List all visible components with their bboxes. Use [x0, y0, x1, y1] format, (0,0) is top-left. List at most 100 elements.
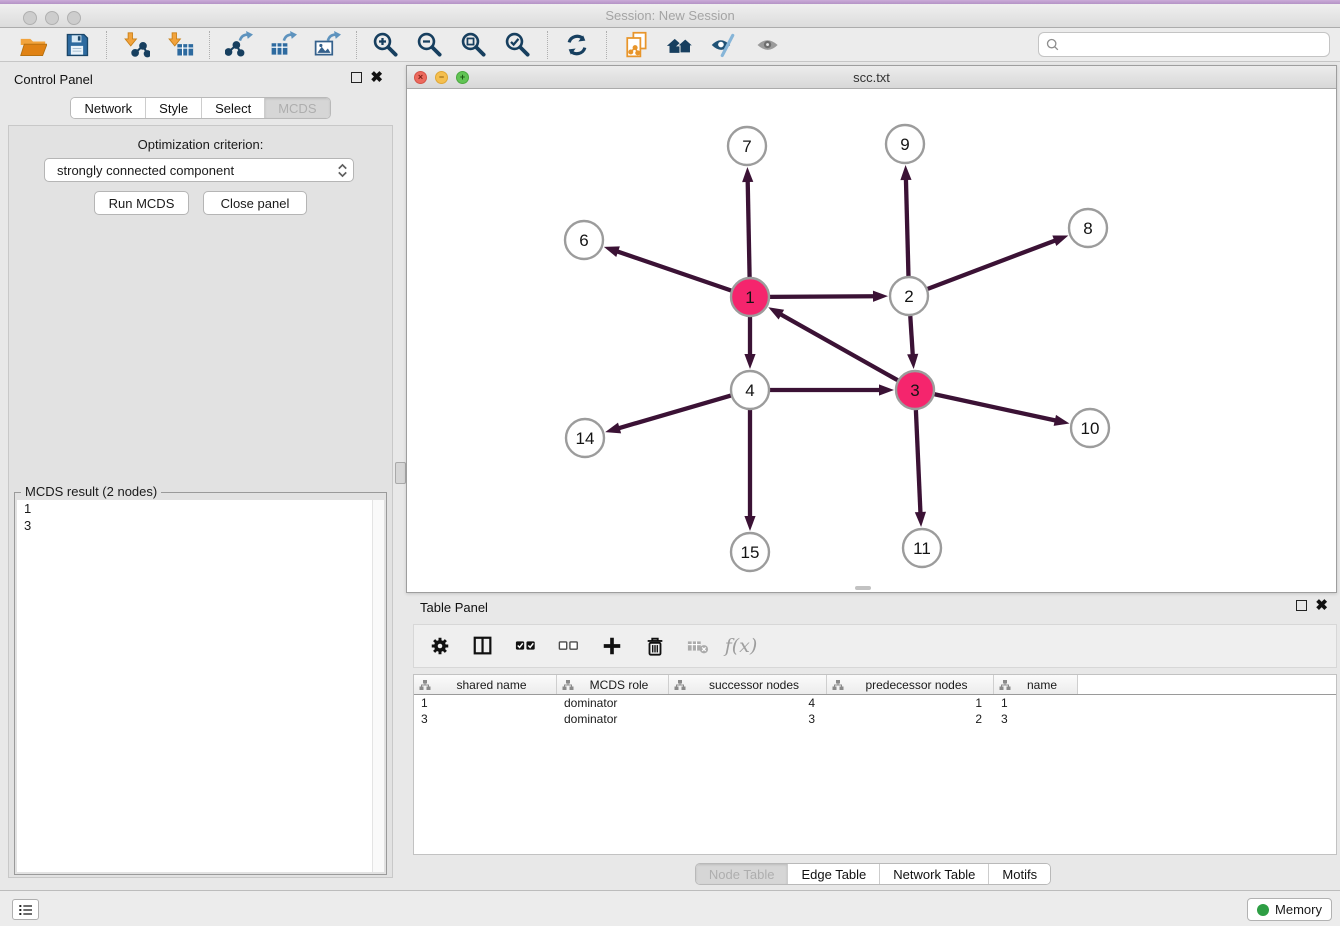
table-body: 1dominator4113dominator323	[414, 695, 1336, 727]
show-all-button[interactable]	[751, 30, 785, 60]
graph-edge-arrowhead	[605, 423, 621, 434]
mcds-result-group: MCDS result (2 nodes) 13	[14, 492, 387, 875]
result-line: 1	[17, 500, 384, 517]
graph-edge-2-8[interactable]	[928, 240, 1057, 289]
import-table-button[interactable]	[163, 30, 197, 60]
save-session-button[interactable]	[60, 30, 94, 60]
close-table-panel-icon[interactable]: ✖	[1315, 600, 1328, 611]
table-cell[interactable]: 1	[827, 695, 994, 711]
column-header-name[interactable]: name	[994, 675, 1078, 694]
graph-edge-3-10[interactable]	[935, 394, 1057, 421]
toolbar-group	[214, 30, 352, 60]
import-network-button[interactable]	[119, 30, 153, 60]
table-cell[interactable]: 1	[414, 695, 557, 711]
deselect-all-button[interactable]	[555, 632, 583, 660]
tab-style[interactable]: Style	[145, 98, 201, 118]
graph-edge-arrowhead	[744, 516, 755, 531]
home-button[interactable]	[663, 30, 697, 60]
memory-button[interactable]: Memory	[1247, 898, 1332, 921]
zoom-fit-button[interactable]	[457, 30, 491, 60]
graph-edge-4-14[interactable]	[618, 396, 731, 429]
list-icon	[18, 902, 34, 918]
hide-displayed-button[interactable]	[707, 30, 741, 60]
table-cell[interactable]: dominator	[557, 711, 669, 727]
tab-network[interactable]: Network	[71, 98, 145, 118]
graph-edge-1-2[interactable]	[770, 296, 875, 297]
open-session-button[interactable]	[16, 30, 50, 60]
column-header-predecessor-nodes[interactable]: predecessor nodes	[827, 675, 994, 694]
select-all-icon	[515, 635, 537, 657]
close-panel-button[interactable]: Close panel	[203, 191, 307, 215]
column-header-shared-name[interactable]: shared name	[414, 675, 557, 694]
delete-row-button[interactable]	[641, 632, 669, 660]
split-columns-button[interactable]	[469, 632, 497, 660]
log-console-button[interactable]	[12, 899, 39, 920]
split-columns-icon	[472, 635, 494, 657]
close-panel-icon[interactable]: ✖	[370, 72, 383, 83]
network-view-window: × − + scc.txt 1234678910111415	[406, 65, 1337, 593]
toolbar-group	[111, 30, 205, 60]
graph-edge-2-3[interactable]	[910, 316, 913, 356]
canvas-scroll-nub[interactable]	[855, 586, 871, 590]
run-mcds-button[interactable]: Run MCDS	[94, 191, 189, 215]
export-network-button[interactable]	[222, 30, 256, 60]
panel-splitter-handle[interactable]	[395, 462, 406, 484]
delete-row-icon	[644, 635, 666, 657]
control-panel-tabs: NetworkStyleSelectMCDS	[0, 97, 401, 119]
table-cell[interactable]: 2	[827, 711, 994, 727]
table-cell[interactable]: 3	[414, 711, 557, 727]
settings-gear-button[interactable]	[426, 632, 454, 660]
export-image-button[interactable]	[310, 30, 344, 60]
graph-edge-3-1[interactable]	[780, 314, 898, 380]
tab-mcds[interactable]: MCDS	[264, 98, 329, 118]
graph-edge-1-7[interactable]	[748, 180, 750, 277]
table-tab-edge-table[interactable]: Edge Table	[787, 864, 879, 884]
graph-node-label: 15	[741, 543, 760, 562]
refresh-button[interactable]	[560, 30, 594, 60]
table-tab-node-table[interactable]: Node Table	[696, 864, 788, 884]
network-file-button[interactable]	[619, 30, 653, 60]
graph-node-label: 4	[745, 381, 754, 400]
tab-select[interactable]: Select	[201, 98, 264, 118]
zoom-out-button[interactable]	[413, 30, 447, 60]
search-input[interactable]	[1064, 37, 1323, 52]
table-panel: Table Panel ✖ f(x) shared nameMCDS roles…	[406, 595, 1340, 888]
table-tab-motifs[interactable]: Motifs	[988, 864, 1050, 884]
result-scrollbar[interactable]	[372, 500, 384, 872]
zoom-in-button[interactable]	[369, 30, 403, 60]
select-all-button[interactable]	[512, 632, 540, 660]
graph-edge-arrowhead	[1052, 235, 1068, 246]
table-row[interactable]: 1dominator411	[414, 695, 1336, 711]
graph-edge-2-9[interactable]	[906, 178, 909, 276]
column-header-successor-nodes[interactable]: successor nodes	[669, 675, 827, 694]
column-header-MCDS-role[interactable]: MCDS role	[557, 675, 669, 694]
table-cell[interactable]: 4	[669, 695, 827, 711]
table-cell[interactable]: dominator	[557, 695, 669, 711]
table-row[interactable]: 3dominator323	[414, 711, 1336, 727]
graph-edge-arrowhead	[873, 291, 888, 302]
table-tab-network-table[interactable]: Network Table	[879, 864, 988, 884]
search-box[interactable]	[1038, 32, 1330, 57]
save-session-icon	[63, 31, 91, 59]
table-cell[interactable]: 3	[669, 711, 827, 727]
optimization-criterion-select[interactable]: strongly connected component	[44, 158, 354, 182]
graph-edge-1-6[interactable]	[616, 251, 731, 290]
network-canvas[interactable]: 1234678910111415	[407, 89, 1336, 592]
table-cell[interactable]: 3	[994, 711, 1078, 727]
export-table-button[interactable]	[266, 30, 300, 60]
table-panel-title: Table Panel	[420, 600, 488, 615]
add-row-icon	[601, 635, 623, 657]
mcds-result-list[interactable]: 13	[17, 500, 384, 872]
float-table-panel-icon[interactable]	[1296, 600, 1307, 611]
zoom-selected-button[interactable]	[501, 30, 535, 60]
add-row-button[interactable]	[598, 632, 626, 660]
graph-node-label: 9	[900, 135, 909, 154]
graph-edge-3-11[interactable]	[916, 410, 921, 514]
zoom-out-icon	[416, 31, 444, 59]
toolbar-icon-strip	[8, 30, 793, 60]
column-header-label: MCDS role	[578, 678, 668, 692]
float-panel-icon[interactable]	[351, 72, 362, 83]
chevron-up-down-icon	[336, 162, 349, 179]
network-window-titlebar[interactable]: × − + scc.txt	[407, 66, 1336, 89]
table-cell[interactable]: 1	[994, 695, 1078, 711]
